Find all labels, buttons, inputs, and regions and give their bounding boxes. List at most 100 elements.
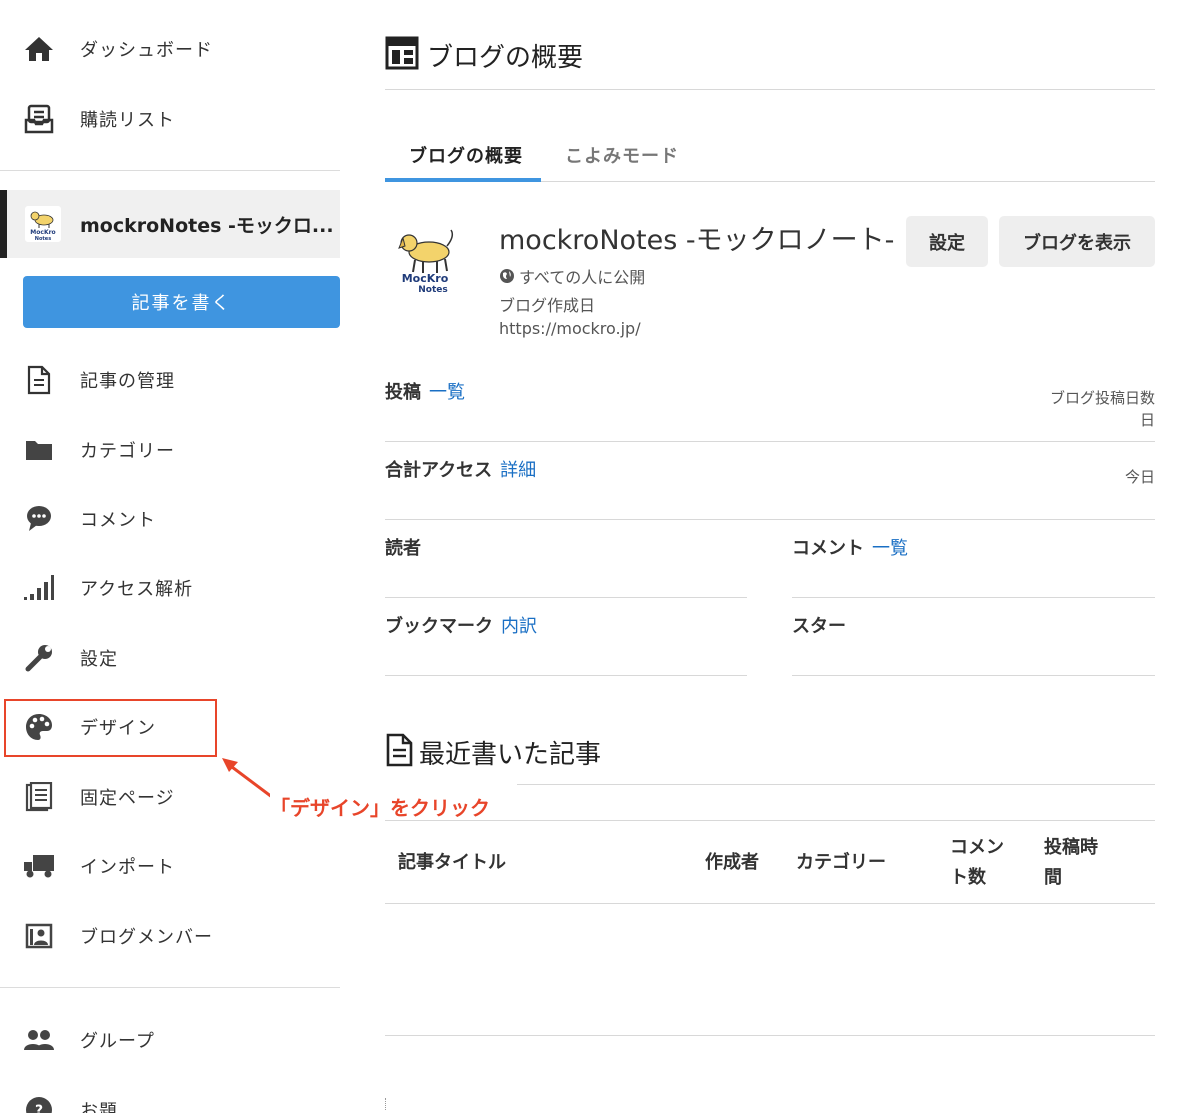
blog-visibility: すべての人に公開 xyxy=(499,264,645,288)
sidebar-item-label: お題 xyxy=(80,1101,118,1113)
divider xyxy=(385,89,1155,90)
sidebar-item-analytics[interactable]: アクセス解析 xyxy=(0,563,340,613)
posts-days-unit: 日 xyxy=(1139,411,1155,429)
folder-icon xyxy=(22,433,56,467)
stat-access-label: 合計アクセス xyxy=(385,460,493,481)
write-article-button[interactable]: 記事を書く xyxy=(23,276,340,328)
sidebar-item-label: 記事の管理 xyxy=(80,371,175,392)
stat-posts-days: ブログ投稿日数 日 xyxy=(1050,387,1155,431)
topic-icon: ? xyxy=(22,1093,56,1113)
column-header-comments-line1: コメン xyxy=(950,837,1004,858)
current-blog-name: mockroNotes -モックロ... xyxy=(80,214,334,237)
sidebar-item-manage-articles[interactable]: 記事の管理 xyxy=(0,355,340,405)
column-header-comments-line2: ト数 xyxy=(950,867,986,888)
signal-bars-icon xyxy=(22,571,56,605)
column-header-posted-line2: 間 xyxy=(1044,867,1062,888)
access-detail-link[interactable]: 詳細 xyxy=(500,460,536,481)
stat-bookmarks-label: ブックマーク xyxy=(385,616,493,637)
posts-list-link[interactable]: 一覧 xyxy=(429,382,465,403)
comment-icon xyxy=(22,502,56,536)
sidebar-item-label: ブログメンバー xyxy=(80,927,213,948)
stat-bookmarks: ブックマーク 内訳 xyxy=(385,612,537,638)
truck-icon xyxy=(22,849,56,883)
stat-comments: コメント 一覧 xyxy=(792,534,908,560)
document-icon xyxy=(385,733,413,771)
divider xyxy=(385,441,1155,442)
column-header-category: カテゴリー xyxy=(796,852,886,873)
stat-posts: 投稿 一覧 xyxy=(385,378,465,404)
table-top-border xyxy=(385,820,1155,821)
sidebar-current-blog[interactable]: MocKro Notes mockroNotes -モックロ... xyxy=(0,190,340,258)
tab-calendar-mode[interactable]: こよみモード xyxy=(565,142,679,168)
divider xyxy=(517,784,1155,785)
sidebar-divider xyxy=(0,170,340,171)
sidebar-divider xyxy=(0,987,340,988)
sidebar-item-groups[interactable]: グループ xyxy=(0,1015,340,1065)
recent-articles-title: 最近書いた記事 xyxy=(385,733,601,771)
sidebar: ダッシュボード 購読リスト MocKro Notes mockroNotes -… xyxy=(0,0,340,1113)
posts-days-label: ブログ投稿日数 xyxy=(1049,389,1155,407)
blog-thumbnail: MocKro Notes xyxy=(25,206,61,242)
bookmarks-breakdown-link[interactable]: 内訳 xyxy=(501,616,537,637)
divider xyxy=(385,519,1155,520)
stat-readers: 読者 xyxy=(385,538,421,559)
member-icon xyxy=(22,919,56,953)
column-header-posted-line1: 投稿時 xyxy=(1044,837,1098,858)
column-header-title: 記事タイトル xyxy=(398,852,506,873)
table-row-border xyxy=(385,1035,1155,1036)
blog-logo: MocKro Notes xyxy=(385,218,467,300)
sidebar-item-label: 設定 xyxy=(80,649,118,670)
blog-url[interactable]: https://mockro.jp/ xyxy=(499,319,641,338)
svg-text:?: ? xyxy=(35,1103,43,1113)
svg-text:Notes: Notes xyxy=(35,236,51,242)
sidebar-item-dashboard[interactable]: ダッシュボード xyxy=(0,24,340,74)
view-blog-button[interactable]: ブログを表示 xyxy=(999,216,1155,267)
text-cursor xyxy=(385,1098,386,1110)
column-header-comments: コメン ト数 xyxy=(950,833,1004,893)
sidebar-item-label: インポート xyxy=(80,857,175,878)
home-icon xyxy=(22,32,56,66)
page-title: ブログの概要 xyxy=(385,36,583,74)
sidebar-item-categories[interactable]: カテゴリー xyxy=(0,425,340,475)
sidebar-item-label: グループ xyxy=(80,1031,155,1052)
stat-stars: スター xyxy=(792,616,846,637)
divider xyxy=(385,675,747,676)
tab-overview[interactable]: ブログの概要 xyxy=(409,142,523,168)
wrench-icon xyxy=(22,641,56,675)
sidebar-item-label: コメント xyxy=(80,510,156,531)
divider xyxy=(792,675,1155,676)
dashboard-layout-icon xyxy=(385,36,419,74)
sidebar-item-subscriptions[interactable]: 購読リスト xyxy=(0,94,340,144)
sidebar-item-label: アクセス解析 xyxy=(80,579,194,600)
page-title-text: ブログの概要 xyxy=(427,42,584,73)
table-header-border xyxy=(385,903,1155,904)
divider xyxy=(792,597,1155,598)
sidebar-item-label: カテゴリー xyxy=(80,441,175,462)
svg-text:MocKro: MocKro xyxy=(30,229,55,236)
blog-created-date: ブログ作成日 xyxy=(499,296,596,315)
document-icon xyxy=(22,363,56,397)
group-icon xyxy=(22,1023,56,1057)
blog-settings-button[interactable]: 設定 xyxy=(906,216,988,267)
sidebar-item-label: 固定ページ xyxy=(80,788,175,809)
globe-icon xyxy=(499,268,515,284)
recent-articles-title-text: 最近書いた記事 xyxy=(419,739,602,770)
main-content: ブログの概要 ブログの概要 こよみモード MocKro Notes mockro… xyxy=(385,0,1155,1113)
inbox-icon xyxy=(22,102,56,136)
page-icon xyxy=(22,780,56,814)
sidebar-item-blog-members[interactable]: ブログメンバー xyxy=(0,911,340,961)
design-highlight-box xyxy=(4,699,217,757)
sidebar-item-label: ダッシュボード xyxy=(80,40,213,61)
sidebar-item-settings[interactable]: 設定 xyxy=(0,633,340,683)
svg-text:Notes: Notes xyxy=(418,285,447,295)
sidebar-item-topics[interactable]: ? お題 xyxy=(0,1085,340,1113)
sidebar-item-import[interactable]: インポート xyxy=(0,841,340,891)
stat-access-today: 今日 xyxy=(1124,468,1155,486)
column-header-posted-time: 投稿時 間 xyxy=(1044,833,1098,893)
svg-text:MocKro: MocKro xyxy=(402,272,449,285)
comments-list-link[interactable]: 一覧 xyxy=(872,538,908,559)
active-tab-indicator xyxy=(385,178,541,182)
visibility-text: すべての人に公開 xyxy=(519,268,646,287)
sidebar-item-comments[interactable]: コメント xyxy=(0,494,340,544)
sidebar-item-label: 購読リスト xyxy=(80,110,175,131)
